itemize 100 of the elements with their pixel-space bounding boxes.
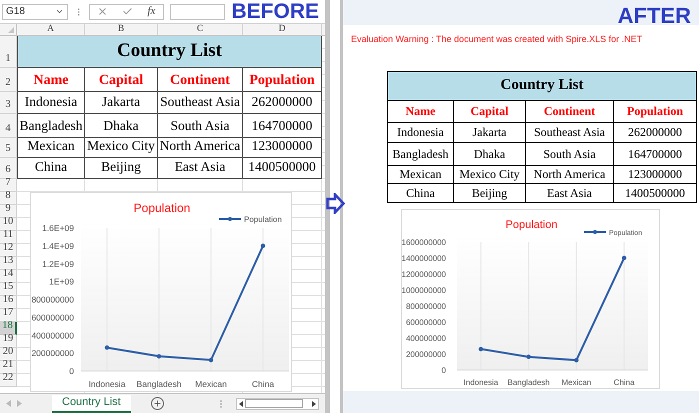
axis-tick-label: 0 xyxy=(69,366,74,376)
axis-tick-label: 1200000000 xyxy=(402,270,446,278)
axis-tick-label: 1.2E+09 xyxy=(42,258,74,269)
axis-tick-label: 1600000000 xyxy=(402,238,446,246)
row-header[interactable]: 21 xyxy=(0,361,17,374)
table-cell: Indonesia xyxy=(388,122,454,142)
data-point xyxy=(478,346,484,351)
add-sheet-icon[interactable] xyxy=(150,397,164,410)
table-cell: China xyxy=(17,158,85,179)
row-header[interactable]: 22 xyxy=(0,374,17,387)
table-cell: Indonesia xyxy=(17,92,85,114)
chart-title: Population xyxy=(506,218,558,230)
axis-tick-label: 400000000 xyxy=(31,330,74,340)
table-cell: Dhaka xyxy=(85,114,158,138)
row-header[interactable]: 20 xyxy=(0,348,17,361)
scrollbar-thumb[interactable] xyxy=(244,399,303,408)
row-header[interactable]: 4 xyxy=(0,114,17,138)
horizontal-scrollbar[interactable] xyxy=(236,398,319,410)
axis-tick-label: 600000000 xyxy=(31,312,74,322)
row-header[interactable]: 18 xyxy=(0,322,17,335)
column-heading: Name xyxy=(388,100,454,122)
before-label: BEFORE xyxy=(231,2,319,22)
arrow-right-icon xyxy=(326,193,345,214)
row-header[interactable]: 9 xyxy=(0,205,17,218)
next-sheet-icon[interactable] xyxy=(17,400,22,407)
function-button[interactable]: fx xyxy=(147,3,156,20)
row-header[interactable]: 1 xyxy=(0,36,17,68)
table-cell: East Asia xyxy=(158,158,243,179)
table-title: Country List xyxy=(388,72,697,100)
axis-tick-label: 800000000 xyxy=(406,302,446,310)
column-header[interactable]: D xyxy=(243,24,322,35)
data-point xyxy=(622,255,626,260)
column-heading: Continent xyxy=(526,100,614,122)
table-cell: Mexico City xyxy=(85,138,158,158)
row-header[interactable]: 14 xyxy=(0,270,17,283)
evaluation-warning: Evaluation Warning : The document was created with Spire.XLS for .NET xyxy=(350,33,644,46)
table-cell: Mexican xyxy=(17,138,85,158)
category-label: Mexican xyxy=(561,378,592,386)
table-cell: Southeast Asia xyxy=(526,122,614,142)
scroll-right-icon[interactable] xyxy=(312,400,316,406)
row-header[interactable]: 13 xyxy=(0,257,17,270)
column-header[interactable]: B xyxy=(85,24,158,35)
category-label: China xyxy=(252,379,274,389)
category-label: Indonesia xyxy=(88,379,126,389)
axis-tick-label: 1E+09 xyxy=(49,276,74,287)
column-header[interactable]: A xyxy=(17,24,85,35)
check-icon[interactable] xyxy=(122,6,134,17)
row-header[interactable]: 11 xyxy=(0,231,17,244)
column-heading: Capital xyxy=(85,68,158,92)
row-header[interactable]: 8 xyxy=(0,192,17,205)
table-cell: 123000000 xyxy=(243,138,322,158)
chart-title: Population xyxy=(134,201,190,215)
axis-tick-label: 1400000000 xyxy=(402,254,446,262)
category-label: Bangladesh xyxy=(136,379,182,389)
table-cell: South Asia xyxy=(526,142,614,166)
category-label: Indonesia xyxy=(464,378,498,386)
legend-label: Population xyxy=(244,215,282,224)
row-header[interactable]: 12 xyxy=(0,244,17,257)
table-cell: North America xyxy=(158,138,243,158)
row-header[interactable]: 7 xyxy=(0,179,17,192)
row-header[interactable]: 10 xyxy=(0,218,17,231)
data-point xyxy=(104,345,110,350)
data-point xyxy=(156,354,162,358)
axis-tick-label: 0 xyxy=(442,366,446,374)
axis-tick-label: 200000000 xyxy=(31,348,74,358)
legend-marker-icon xyxy=(584,230,606,234)
data-point xyxy=(208,358,214,362)
table-cell: Beijing xyxy=(85,158,158,179)
category-label: Mexican xyxy=(195,379,227,389)
axis-tick-label: 200000000 xyxy=(406,350,446,358)
row-header[interactable]: 17 xyxy=(0,309,17,322)
row-header[interactable]: 16 xyxy=(0,296,17,309)
table-cell: Dhaka xyxy=(454,142,526,166)
column-heading: Population xyxy=(243,68,322,92)
table-title: Country List xyxy=(17,36,322,68)
scroll-left-icon[interactable] xyxy=(238,400,243,406)
sheet-tab[interactable]: Country List xyxy=(52,394,131,412)
table-cell: 262000000 xyxy=(243,92,322,114)
name-box[interactable]: G18 xyxy=(2,4,68,20)
legend-marker-icon xyxy=(219,217,241,221)
column-heading: Name xyxy=(17,68,85,92)
row-header[interactable]: 2 xyxy=(0,68,17,92)
row-header[interactable]: 15 xyxy=(0,283,17,296)
previous-sheet-icon[interactable] xyxy=(6,400,11,407)
column-header[interactable]: C xyxy=(158,24,243,35)
row-header[interactable]: 19 xyxy=(0,335,17,348)
data-point xyxy=(574,357,579,362)
data-point xyxy=(260,244,266,248)
row-header[interactable]: 3 xyxy=(0,92,17,114)
row-header[interactable]: 5 xyxy=(0,138,17,158)
table-cell: East Asia xyxy=(526,184,614,202)
table-cell: 1400500000 xyxy=(614,184,697,202)
table-cell: Jakarta xyxy=(85,92,158,114)
category-label: Bangladesh xyxy=(508,378,550,386)
column-heading: Capital xyxy=(454,100,526,122)
cancel-icon[interactable] xyxy=(97,6,108,17)
after-label: AFTER xyxy=(618,4,691,28)
formula-input[interactable] xyxy=(170,4,226,20)
table-cell: Southeast Asia xyxy=(158,92,243,114)
row-header[interactable]: 6 xyxy=(0,158,17,179)
